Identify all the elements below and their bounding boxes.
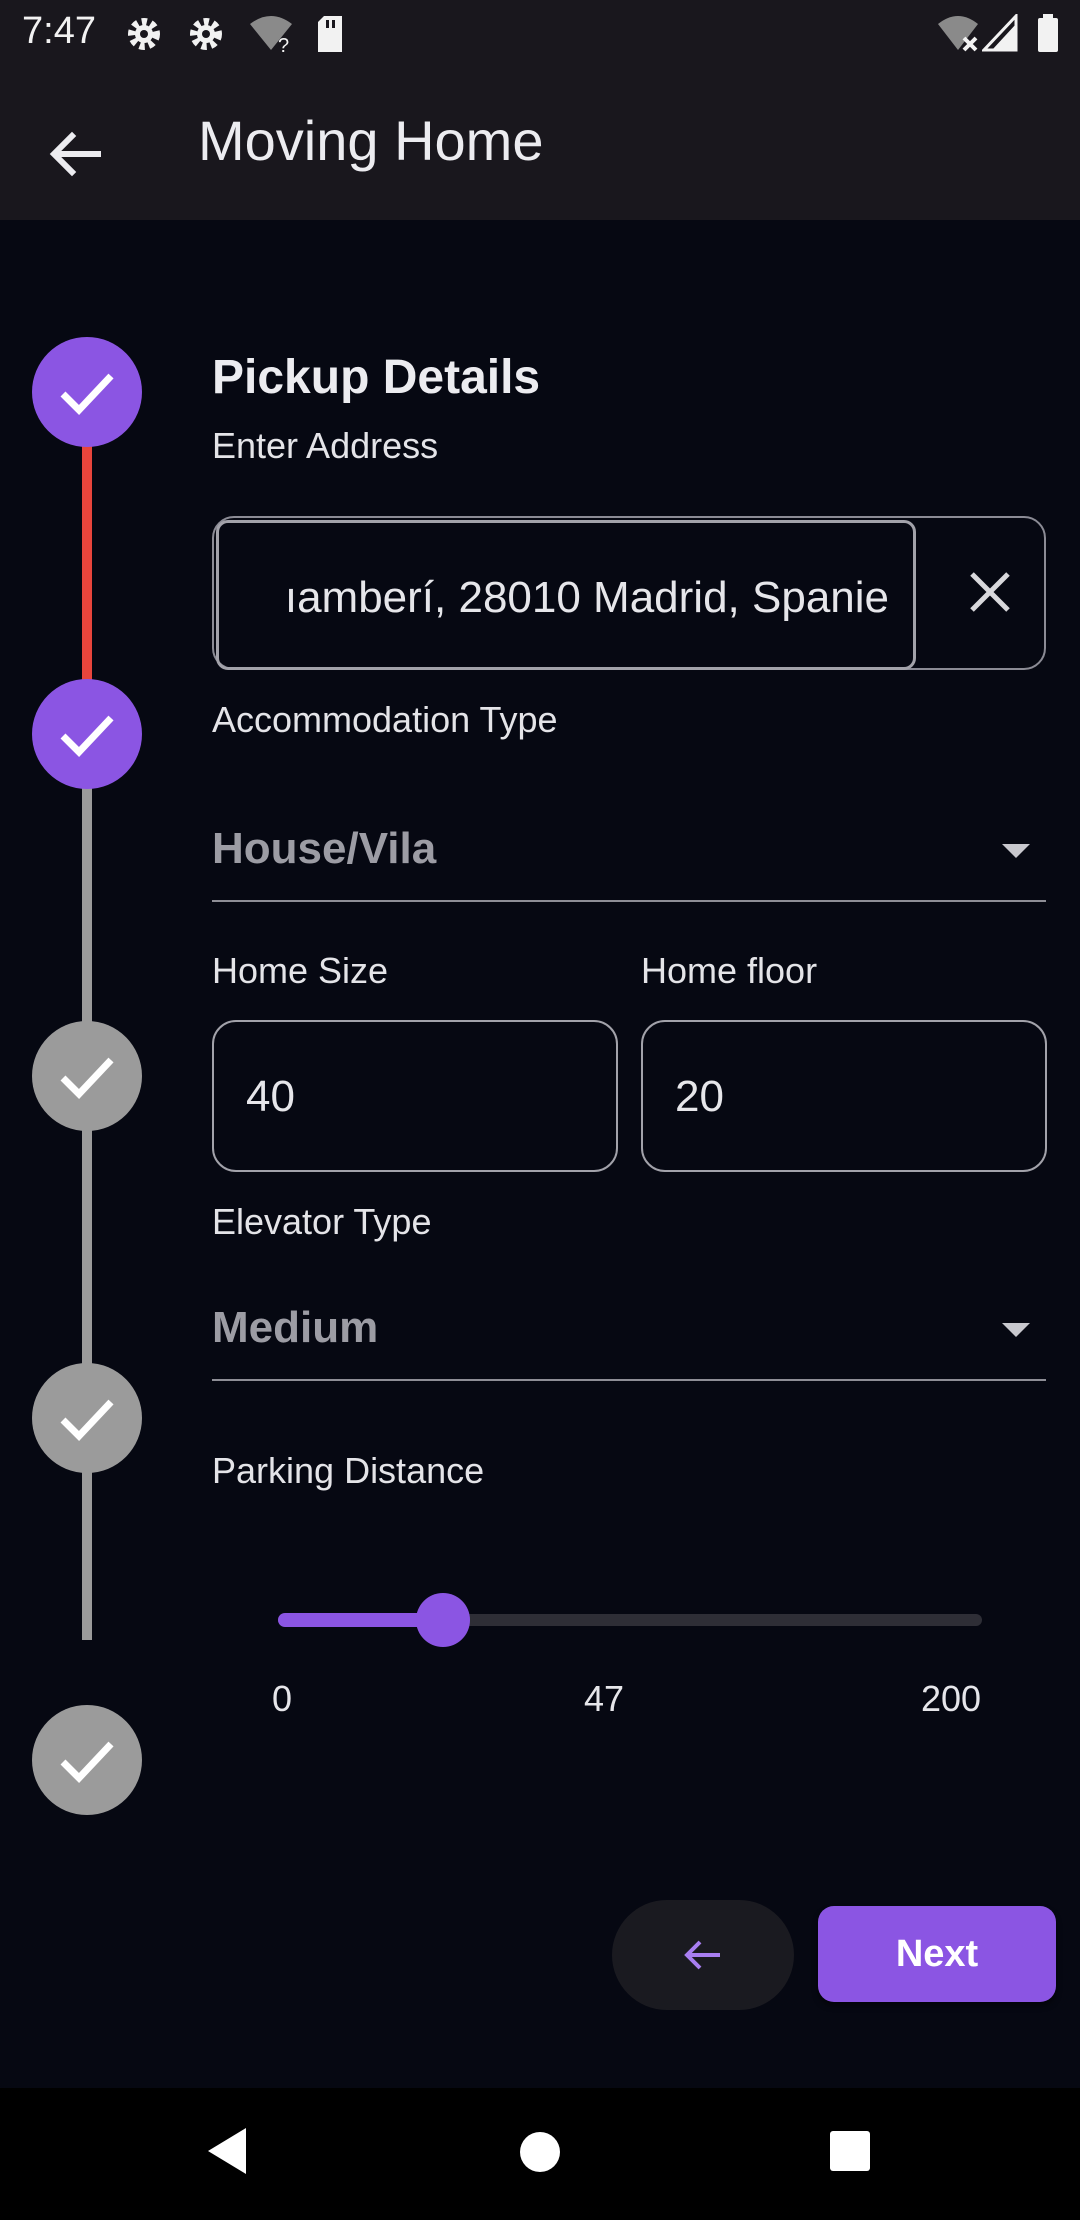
battery-icon [1038,14,1058,52]
address-input[interactable]: ıamberí, 28010 Madrid, Spanie [216,520,916,670]
stepper-connector-inactive [82,740,92,1640]
arrow-back-icon [684,1940,720,1970]
address-field[interactable]: ıamberí, 28010 Madrid, Spanie [212,516,1046,670]
system-nav-bar [0,2088,1080,2220]
home-size-label: Home Size [212,950,389,991]
address-value: ıamberí, 28010 Madrid, Spanie [284,573,889,622]
slider-thumb[interactable] [416,1593,471,1647]
slider-max-label: 200 [921,1678,982,1719]
status-time: 7:47 [22,10,96,52]
home-floor-label: Home floor [641,950,818,991]
check-icon [60,715,114,758]
arrow-back-icon[interactable] [36,114,116,194]
check-icon [60,373,114,416]
elevator-value: Medium [212,1303,379,1352]
home-size-input[interactable]: 40 [212,1020,618,1172]
home-size-value: 40 [246,1072,295,1121]
next-button[interactable]: Next [818,1906,1056,2002]
dropdown-arrow-icon [1002,844,1030,858]
nav-recents-icon[interactable] [829,2130,871,2172]
check-icon [60,1057,114,1100]
close-icon[interactable] [954,556,1026,628]
wifi-off-icon [938,16,978,52]
accommodation-label: Accommodation Type [212,699,558,740]
elevator-dropdown[interactable]: Medium [212,1269,1046,1381]
signal-icon [982,14,1018,52]
app-bar: Moving Home [0,66,1080,220]
wifi-unknown-icon: ? [250,16,292,54]
step-1-indicator[interactable] [32,337,142,447]
svg-text:?: ? [278,35,289,54]
sd-card-icon [318,16,342,52]
page-title: Moving Home [198,109,544,172]
accommodation-value: House/Vila [212,824,437,873]
address-label: Enter Address [212,425,439,466]
status-bar: 7:47 ? [0,0,1080,66]
stepper [0,220,200,1820]
home-floor-value: 20 [675,1072,724,1121]
step-4-indicator[interactable] [32,1363,142,1473]
step-5-indicator[interactable] [32,1705,142,1815]
dropdown-arrow-icon [1002,1323,1030,1337]
section-title: Pickup Details [212,351,541,404]
accommodation-dropdown[interactable]: House/Vila [212,790,1046,902]
parking-distance-slider[interactable] [278,1590,982,1650]
check-icon [60,1399,114,1442]
slider-value-label: 47 [584,1678,625,1719]
slider-min-label: 0 [272,1678,293,1719]
nav-home-icon[interactable] [518,2130,562,2174]
home-floor-input[interactable]: 20 [641,1020,1047,1172]
elevator-label: Elevator Type [212,1201,432,1242]
previous-step-button[interactable] [612,1900,794,2010]
step-3-indicator[interactable] [32,1021,142,1131]
nav-back-icon[interactable] [204,2126,250,2176]
gear-icon [190,18,222,50]
gear-icon [128,18,160,50]
check-icon [60,1741,114,1784]
parking-label: Parking Distance [212,1450,485,1491]
step-2-indicator[interactable] [32,679,142,789]
